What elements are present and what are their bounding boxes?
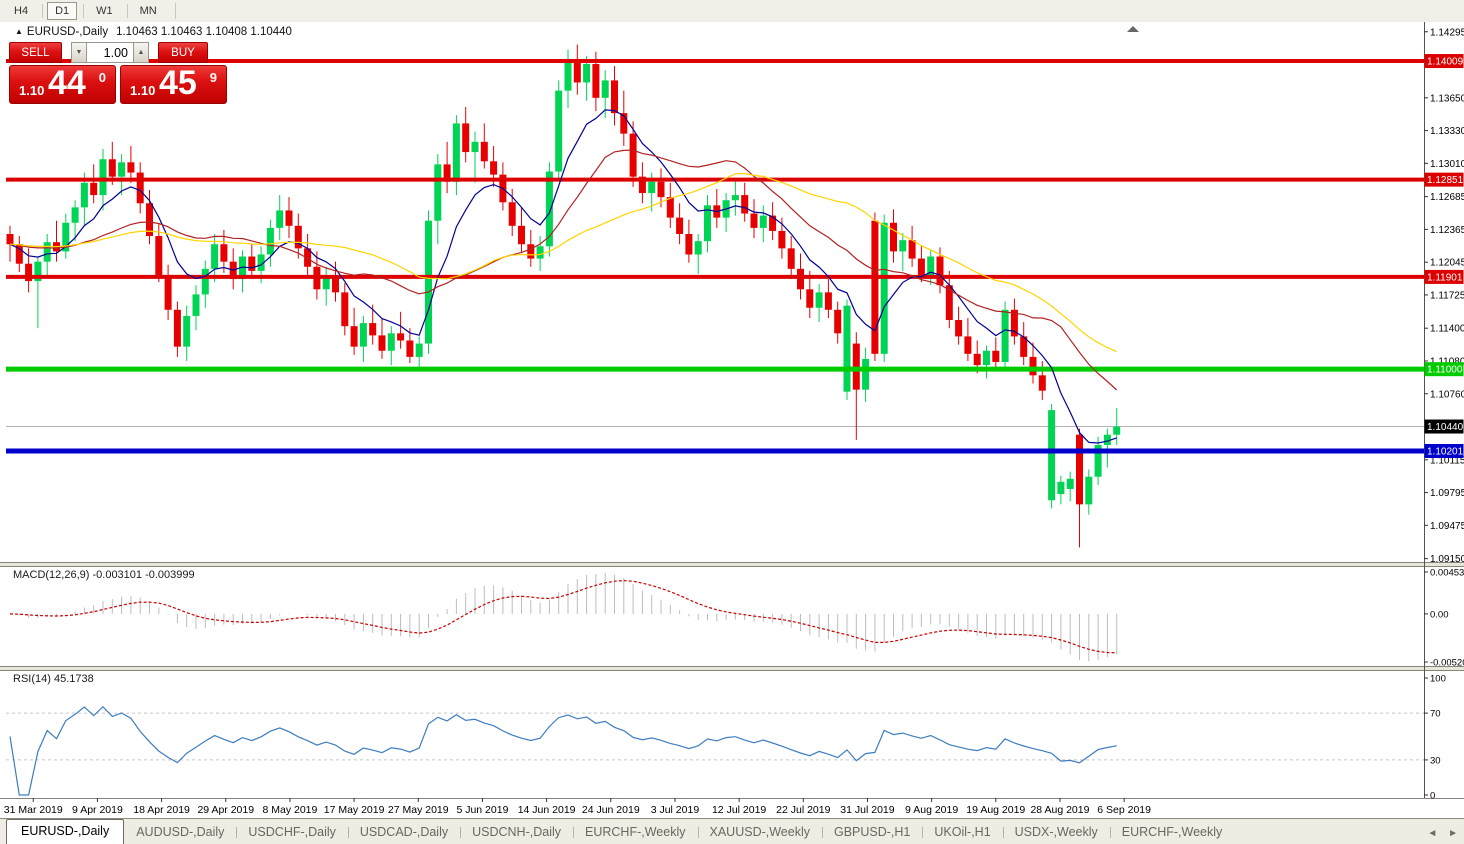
svg-text:17 May 2019: 17 May 2019 xyxy=(324,804,385,816)
sell-price-prefix: 1.10 xyxy=(19,83,45,98)
tab-eurchf--weekly[interactable]: EURCHF-,Weekly xyxy=(573,821,697,844)
svg-text:27 May 2019: 27 May 2019 xyxy=(388,804,449,816)
toolbar-separator xyxy=(42,4,44,18)
svg-text:1.12365: 1.12365 xyxy=(1430,225,1464,236)
svg-text:5 Jun 2019: 5 Jun 2019 xyxy=(456,804,508,816)
tab-gbpusd--h1[interactable]: GBPUSD-,H1 xyxy=(821,821,922,844)
tab-scroll-left-icon[interactable]: ◄ xyxy=(1427,828,1437,839)
svg-text:30: 30 xyxy=(1430,755,1441,766)
svg-text:1.13010: 1.13010 xyxy=(1430,159,1464,170)
volume-increase-button[interactable]: ▲ xyxy=(133,42,149,63)
buy-price-point: 9 xyxy=(209,70,217,85)
svg-text:18 Apr 2019: 18 Apr 2019 xyxy=(133,804,190,816)
sell-button[interactable]: SELL xyxy=(9,42,62,63)
svg-text:1.12045: 1.12045 xyxy=(1430,258,1464,269)
svg-text:0.004536: 0.004536 xyxy=(1430,568,1464,579)
buy-price-prefix: 1.10 xyxy=(130,83,156,98)
svg-text:31 Mar 2019: 31 Mar 2019 xyxy=(4,804,63,816)
svg-text:19 Aug 2019: 19 Aug 2019 xyxy=(966,804,1025,816)
price-chart-canvas[interactable]: 1.14295 1.13650 1.13330 1.13010 1.12685 1.123… xyxy=(0,22,1464,818)
tab-eurusd--daily[interactable]: EURUSD-,Daily xyxy=(6,819,125,844)
tab-usdx--weekly[interactable]: USDX-,Weekly xyxy=(1002,821,1110,844)
tab-scroll-right-icon[interactable]: ► xyxy=(1448,828,1458,839)
svg-text:1.14295: 1.14295 xyxy=(1430,27,1464,38)
macd-name: MACD(12,26,9) xyxy=(13,569,90,581)
macd-indicator-label: MACD(12,26,9) -0.003101 -0.003999 xyxy=(13,569,195,581)
tab-scroll-controls: ◄ ► xyxy=(1419,828,1458,839)
svg-text:31 Jul 2019: 31 Jul 2019 xyxy=(840,804,894,816)
tab-usdcnh--daily[interactable]: USDCNH-,Daily xyxy=(460,821,573,844)
macd-values: -0.003101 -0.003999 xyxy=(92,569,195,581)
volume-input[interactable] xyxy=(87,42,133,63)
tab-xauusd--weekly[interactable]: XAUUSD-,Weekly xyxy=(697,821,822,844)
chevron-down-icon: ▼ xyxy=(75,49,83,56)
svg-text:1.13650: 1.13650 xyxy=(1430,93,1464,104)
svg-text:70: 70 xyxy=(1430,709,1441,720)
svg-text:9 Aug 2019: 9 Aug 2019 xyxy=(905,804,958,816)
timeframe-button-d1[interactable]: D1 xyxy=(47,2,78,20)
toolbar-separator xyxy=(83,4,85,18)
tab-usdchf--daily[interactable]: USDCHF-,Daily xyxy=(236,821,348,844)
svg-text:1.14009: 1.14009 xyxy=(1427,57,1464,68)
svg-text:1.11000: 1.11000 xyxy=(1427,365,1463,376)
volume-decrease-button[interactable]: ▼ xyxy=(71,42,87,63)
tab-usdcad--daily[interactable]: USDCAD-,Daily xyxy=(347,821,460,844)
svg-text:-0.005205: -0.005205 xyxy=(1430,658,1464,669)
sell-price-point: 0 xyxy=(98,70,106,85)
svg-text:1.11400: 1.11400 xyxy=(1430,324,1464,335)
svg-text:24 Jun 2019: 24 Jun 2019 xyxy=(582,804,640,816)
tab-eurchf--weekly[interactable]: EURCHF-,Weekly xyxy=(1109,821,1234,844)
svg-text:1.10201: 1.10201 xyxy=(1427,446,1464,457)
svg-text:28 Aug 2019: 28 Aug 2019 xyxy=(1030,804,1089,816)
chart-ohlc-values: 1.10463 1.10463 1.10408 1.10440 xyxy=(116,26,292,38)
tab-ukoil--h1[interactable]: UKOil-,H1 xyxy=(922,821,1002,844)
chart-symbol-period: EURUSD-,Daily xyxy=(26,26,109,38)
svg-text:1.11725: 1.11725 xyxy=(1430,290,1464,301)
svg-text:3 Jul 2019: 3 Jul 2019 xyxy=(651,804,700,816)
svg-text:1.09795: 1.09795 xyxy=(1430,488,1464,499)
buy-button[interactable]: BUY xyxy=(158,42,208,63)
buy-price-pips: 45 xyxy=(159,65,197,102)
rsi-indicator-label: RSI(14) 45.1738 xyxy=(13,673,94,685)
timeframe-toolbar: H4 D1 W1 MN xyxy=(0,0,1464,22)
svg-text:1.10760: 1.10760 xyxy=(1430,389,1464,400)
sell-price-pips: 44 xyxy=(48,65,86,102)
timeframe-button-mn[interactable]: MN xyxy=(132,2,165,20)
symbol-marker-icon: ▲ xyxy=(15,27,23,36)
svg-text:0: 0 xyxy=(1430,791,1435,802)
svg-text:1.12851: 1.12851 xyxy=(1427,175,1464,186)
sell-price-quote[interactable]: 1.10 44 0 xyxy=(9,65,116,104)
rsi-value: 45.1738 xyxy=(53,673,94,685)
svg-text:6 Sep 2019: 6 Sep 2019 xyxy=(1097,804,1151,816)
svg-text:1.13330: 1.13330 xyxy=(1430,126,1464,137)
svg-text:1.12685: 1.12685 xyxy=(1430,192,1464,203)
toolbar-separator xyxy=(126,4,128,18)
timeframe-button-h4[interactable]: H4 xyxy=(6,2,36,20)
svg-text:100: 100 xyxy=(1430,674,1446,685)
svg-text:1.10440: 1.10440 xyxy=(1427,422,1464,433)
tab-audusd--daily[interactable]: AUDUSD-,Daily xyxy=(124,821,236,844)
svg-text:22 Jul 2019: 22 Jul 2019 xyxy=(776,804,830,816)
svg-text:1.11901: 1.11901 xyxy=(1427,272,1463,283)
rsi-name: RSI(14) xyxy=(13,673,51,685)
svg-text:9 Apr 2019: 9 Apr 2019 xyxy=(72,804,123,816)
svg-text:12 Jul 2019: 12 Jul 2019 xyxy=(712,804,766,816)
svg-text:0.00: 0.00 xyxy=(1430,609,1449,620)
symbol-tab-bar: EURUSD-,Daily AUDUSD-,Daily USDCHF-,Daily U… xyxy=(0,818,1464,844)
svg-text:29 Apr 2019: 29 Apr 2019 xyxy=(197,804,254,816)
one-click-trading-panel: SELL ▼ ▲ BUY 1.10 44 0 1.10 45 9 xyxy=(9,42,231,104)
svg-text:1.09475: 1.09475 xyxy=(1430,521,1464,532)
svg-text:1.09150: 1.09150 xyxy=(1430,554,1464,565)
toolbar-group-separator xyxy=(174,3,176,19)
timeframe-button-w1[interactable]: W1 xyxy=(88,2,121,20)
buy-price-quote[interactable]: 1.10 45 9 xyxy=(120,65,227,104)
chevron-up-icon: ▲ xyxy=(137,49,145,56)
svg-text:14 Jun 2019: 14 Jun 2019 xyxy=(518,804,576,816)
chart-title: ▲ EURUSD-,Daily 1.10463 1.10463 1.10408 1.… xyxy=(15,26,292,38)
svg-text:8 May 2019: 8 May 2019 xyxy=(262,804,317,816)
